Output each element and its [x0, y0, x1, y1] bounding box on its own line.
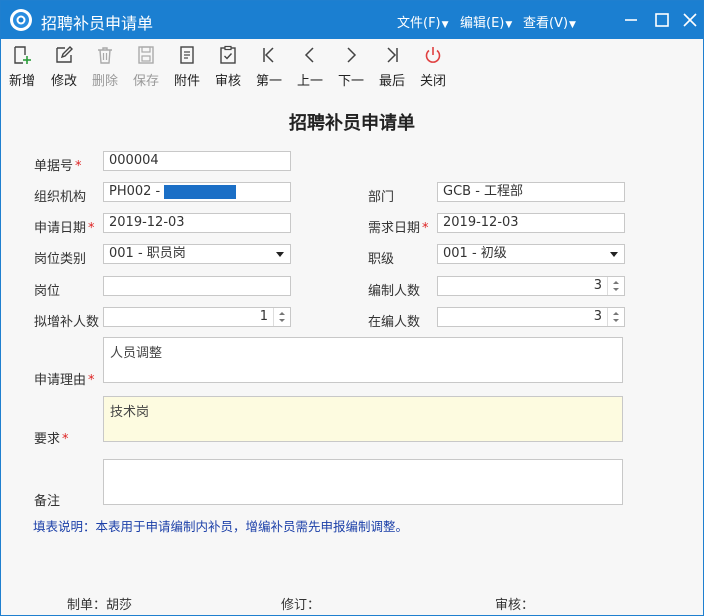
spinner-icon[interactable]: [607, 308, 624, 326]
menu-edit[interactable]: 编辑(E)▼: [460, 12, 512, 31]
revise-text: 修订：: [281, 598, 321, 613]
dept-field[interactable]: GCB - 工程部: [437, 182, 625, 202]
delete-button[interactable]: 删除: [85, 45, 125, 89]
post-type-label: 岗位类别: [34, 252, 87, 267]
redacted-block: [164, 184, 237, 199]
remark-textarea[interactable]: [103, 459, 623, 505]
org-field[interactable]: PH002 -: [103, 182, 291, 202]
edit-button[interactable]: 修改: [44, 45, 84, 89]
requirement-label: 要求 *: [34, 432, 69, 447]
add-doc-icon: [14, 46, 31, 64]
reason-label: 申请理由 *: [34, 373, 95, 388]
minimize-icon[interactable]: [618, 7, 644, 33]
first-icon: [263, 47, 274, 63]
first-record-button[interactable]: 第一: [249, 45, 289, 89]
last-icon: [387, 47, 398, 63]
spinner-icon[interactable]: [273, 308, 290, 326]
power-icon: [425, 47, 441, 63]
quota-stepper[interactable]: 3: [437, 276, 625, 296]
rank-select[interactable]: 001 - 初级: [437, 244, 625, 264]
menu-file[interactable]: 文件(F)▼: [397, 12, 449, 31]
floppy-icon: [138, 46, 154, 64]
checklist-icon: [220, 45, 236, 64]
rank-label: 职级: [368, 252, 395, 267]
add-count-label: 拟增补人数: [34, 315, 100, 330]
app-logo-icon: [10, 9, 32, 31]
trash-icon: [98, 47, 112, 64]
post-type-select[interactable]: 001 - 职员岗: [103, 244, 291, 264]
prev-record-button[interactable]: 上一: [290, 45, 330, 89]
review-button[interactable]: 审核: [208, 45, 248, 89]
close-button[interactable]: 关闭: [413, 45, 453, 89]
org-label: 组织机构: [34, 190, 87, 205]
app-window: 招聘补员申请单 文件(F)▼ 编辑(E)▼ 查看(V)▼ 新增 修改 删除 保存…: [0, 0, 704, 616]
auditor-text: 审核：: [495, 598, 535, 613]
quota-label: 编制人数: [368, 284, 421, 299]
requirement-textarea[interactable]: 技术岗: [103, 396, 623, 442]
document-icon: [180, 46, 194, 64]
dropdown-arrow-icon: [610, 252, 618, 257]
spinner-icon[interactable]: [607, 277, 624, 295]
current-count-stepper[interactable]: 3: [437, 307, 625, 327]
add-count-stepper[interactable]: 1: [103, 307, 291, 327]
next-icon: [347, 47, 357, 63]
toolbar: 新增 修改 删除 保存 附件 审核 第一 上一 下一 最后 关闭: [1, 39, 703, 93]
need-date-field[interactable]: 2019-12-03: [437, 213, 625, 233]
close-window-icon[interactable]: [677, 7, 703, 33]
new-button[interactable]: 新增: [2, 45, 42, 89]
prev-icon: [304, 47, 314, 63]
dropdown-arrow-icon: [276, 252, 284, 257]
maker-text: 制单：胡莎: [67, 598, 133, 613]
reason-textarea[interactable]: 人员调整: [103, 337, 623, 383]
doc-no-field[interactable]: 000004: [103, 151, 291, 171]
window-title: 招聘补员申请单: [41, 14, 154, 33]
remark-label: 备注: [34, 494, 61, 509]
current-count-label: 在编人数: [368, 315, 421, 330]
dept-label: 部门: [368, 190, 395, 205]
apply-date-field[interactable]: 2019-12-03: [103, 213, 291, 233]
form-title: 招聘补员申请单: [289, 113, 415, 134]
maximize-icon[interactable]: [649, 7, 675, 33]
last-record-button[interactable]: 最后: [372, 45, 412, 89]
need-date-label: 需求日期 *: [368, 221, 429, 236]
instructions-note: 填表说明：本表用于申请编制内补员，增编补员需先申报编制调整。: [33, 519, 409, 534]
post-label: 岗位: [34, 284, 61, 299]
menu-view[interactable]: 查看(V)▼: [523, 12, 576, 31]
apply-date-label: 申请日期 *: [34, 221, 95, 236]
pencil-icon: [56, 46, 73, 63]
save-button[interactable]: 保存: [126, 45, 166, 89]
attachment-button[interactable]: 附件: [167, 45, 207, 89]
next-record-button[interactable]: 下一: [331, 45, 371, 89]
doc-no-label: 单据号 *: [34, 159, 82, 174]
title-bar: 招聘补员申请单 文件(F)▼ 编辑(E)▼ 查看(V)▼: [1, 1, 703, 39]
post-field[interactable]: [103, 276, 291, 296]
